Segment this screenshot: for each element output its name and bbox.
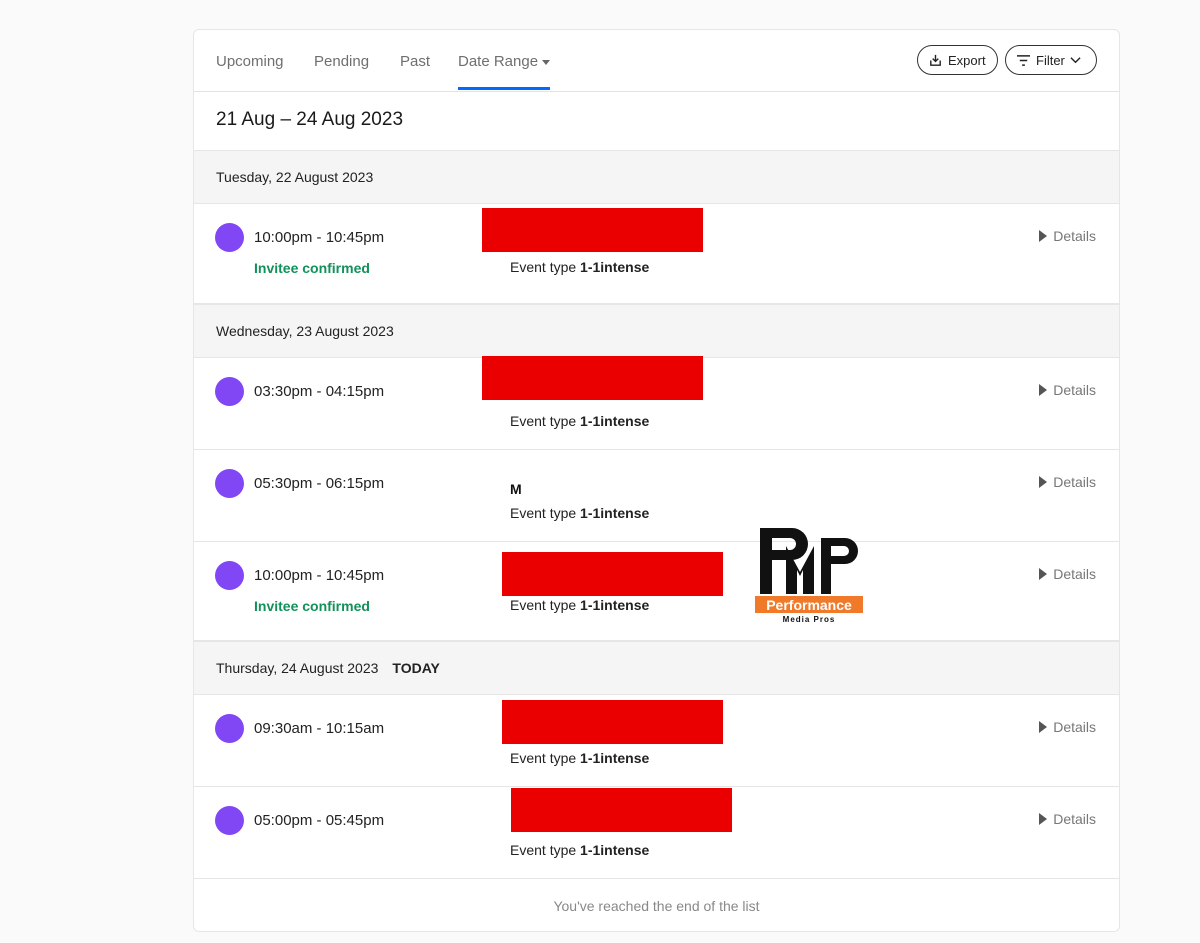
redaction-box [482,356,703,400]
caret-right-icon [1039,721,1048,733]
caret-down-icon [542,59,551,65]
details-toggle[interactable]: Details [1039,566,1096,582]
filter-button[interactable]: Filter [1005,45,1097,75]
invitee-name: M [510,481,522,497]
performance-media-pros-logo: Performance Media Pros [755,528,863,624]
event-color-dot [215,561,244,590]
redaction-box [502,552,723,596]
day-header: Tuesday, 22 August 2023 [194,150,1119,204]
event-type: Event type 1-1intense [510,750,649,766]
invitee-status: Invitee confirmed [254,598,370,614]
export-icon [930,54,941,66]
event-color-dot [215,806,244,835]
event-type: Event type 1-1intense [510,505,649,521]
caret-right-icon [1039,230,1048,242]
export-button[interactable]: Export [917,45,998,75]
details-toggle[interactable]: Details [1039,228,1096,244]
filter-label: Filter [1036,52,1065,68]
redaction-box [502,700,723,744]
details-label: Details [1053,228,1096,244]
event-type-label: Event type [510,750,577,766]
tab-date-range[interactable]: Date Range [458,53,551,90]
day-header: Wednesday, 23 August 2023 [194,304,1119,358]
end-of-list-message: You've reached the end of the list [553,898,760,914]
event-type: Event type 1-1intense [510,842,649,858]
caret-right-icon [1039,568,1048,580]
event-type: Event type 1-1intense [510,413,649,429]
details-label: Details [1053,566,1096,582]
event-type-value: 1-1intense [580,259,650,275]
logo-line1: Performance [766,597,852,613]
event-time: 05:30pm - 06:15pm [254,475,385,492]
chevron-down-icon [1070,57,1081,64]
caret-right-icon [1039,813,1048,825]
tab-bar: Upcoming Pending Past Date Range Export … [194,30,1119,92]
logo-line2: Media Pros [783,615,836,624]
details-label: Details [1053,382,1096,398]
event-color-dot [215,469,244,498]
event-color-dot [215,714,244,743]
event-type-value: 1-1intense [580,842,650,858]
event-time: 10:00pm - 10:45pm [254,229,385,246]
details-label: Details [1053,719,1096,735]
day-label: Tuesday, 22 August 2023 [216,169,374,185]
event-time: 03:30pm - 04:15pm [254,383,385,400]
tab-upcoming[interactable]: Upcoming [216,53,284,90]
event-type-label: Event type [510,505,577,521]
event-type-label: Event type [510,259,577,275]
tab-past[interactable]: Past [400,53,430,90]
event-type-value: 1-1intense [580,413,650,429]
event-type-label: Event type [510,413,577,429]
event-time: 09:30am - 10:15am [254,720,385,737]
caret-right-icon [1039,384,1048,396]
event-type-label: Event type [510,597,577,613]
event-type-label: Event type [510,842,577,858]
event-row[interactable]: 05:30pm - 06:15pm M Event type 1-1intens… [194,450,1119,542]
event-type-value: 1-1intense [580,505,650,521]
event-type: Event type 1-1intense [510,597,649,613]
details-toggle[interactable]: Details [1039,719,1096,735]
details-label: Details [1053,474,1096,490]
event-time: 10:00pm - 10:45pm [254,567,385,584]
event-type: Event type 1-1intense [510,259,649,275]
redaction-box [482,208,703,252]
caret-right-icon [1039,476,1048,488]
date-range-heading: 21 Aug – 24 Aug 2023 [194,92,1119,151]
export-label: Export [948,52,986,68]
event-type-value: 1-1intense [580,750,650,766]
tab-pending[interactable]: Pending [314,53,369,90]
details-toggle[interactable]: Details [1039,811,1096,827]
day-label: Wednesday, 23 August 2023 [216,323,394,339]
event-color-dot [215,377,244,406]
event-time: 05:00pm - 05:45pm [254,812,385,829]
event-color-dot [215,223,244,252]
event-type-value: 1-1intense [580,597,650,613]
redaction-box [511,788,732,832]
details-toggle[interactable]: Details [1039,474,1096,490]
invitee-status: Invitee confirmed [254,260,370,276]
details-label: Details [1053,811,1096,827]
day-label: Thursday, 24 August 2023 [216,660,379,676]
details-toggle[interactable]: Details [1039,382,1096,398]
tab-date-range-label: Date Range [458,53,539,70]
today-badge: TODAY [392,660,440,676]
filter-icon [1017,54,1030,66]
day-header: Thursday, 24 August 2023 TODAY [194,641,1119,695]
